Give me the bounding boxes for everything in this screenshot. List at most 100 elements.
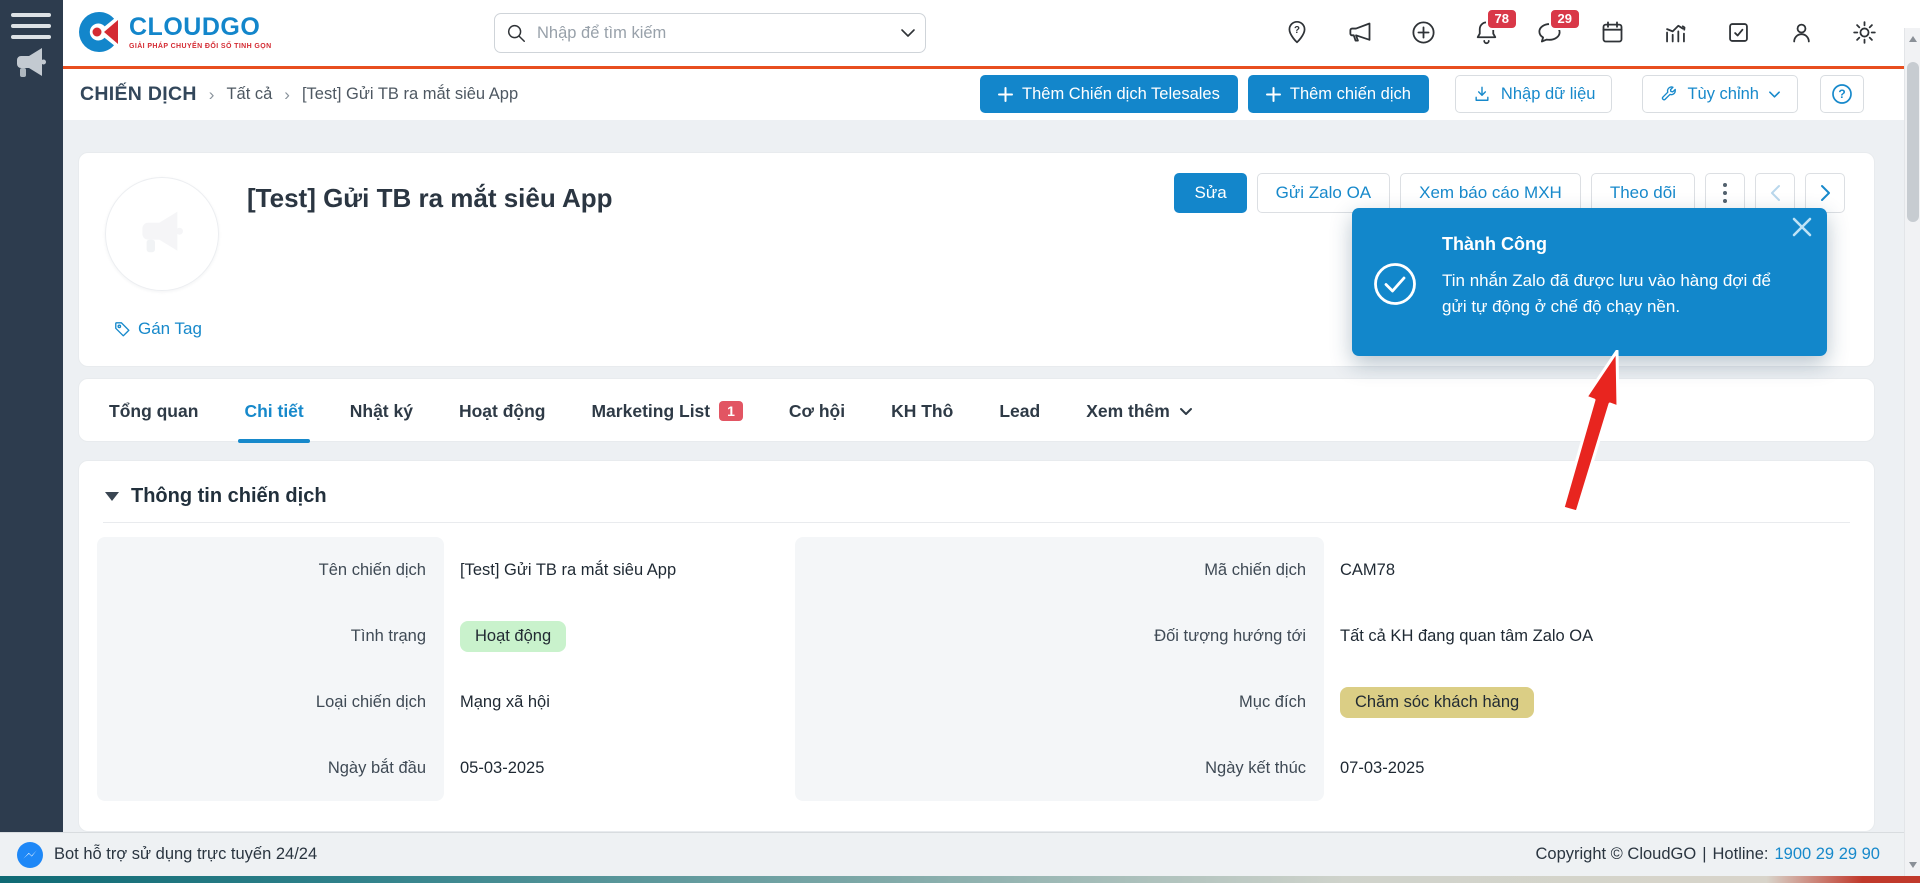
scrollbar-thumb[interactable] (1907, 62, 1919, 222)
edit-button[interactable]: Sửa (1174, 173, 1247, 213)
wrench-icon (1662, 85, 1677, 100)
search-scope-chevron-icon[interactable] (900, 28, 916, 38)
campaign-module-megaphone-icon[interactable] (10, 44, 52, 84)
field-label: Mã chiến dịch (795, 537, 1324, 603)
location-help-icon[interactable]: ? (1283, 12, 1311, 52)
add-telesales-campaign-button[interactable]: Thêm Chiến dịch Telesales (980, 75, 1238, 113)
campaign-details-card: Thông tin chiến dịch Tên chiến dịch [Tes… (78, 460, 1875, 832)
tab-co-hoi[interactable]: Cơ hội (789, 379, 845, 443)
previous-record-button[interactable] (1755, 173, 1795, 213)
toast-title: Thành Công (1442, 234, 1547, 254)
footer-divider: | (1702, 845, 1707, 863)
svg-text:?: ? (1838, 87, 1845, 101)
more-actions-kebab-icon[interactable] (1705, 173, 1745, 213)
footer-bar: Bot hỗ trợ sử dụng trực tuyến 24/24 Copy… (0, 832, 1904, 876)
campaign-action-buttons: Sửa Gửi Zalo OA Xem báo cáo MXH Theo dõi (1174, 173, 1845, 213)
tag-icon (115, 321, 130, 337)
search-icon (507, 24, 525, 42)
support-bot-launcher[interactable]: Bot hỗ trợ sử dụng trực tuyến 24/24 (16, 841, 317, 869)
messenger-icon (17, 841, 43, 868)
field-value: Mạng xã hội (460, 692, 550, 711)
marketing-list-count-badge: 1 (719, 401, 743, 421)
header-accent-line (63, 66, 1920, 69)
download-icon (1475, 86, 1489, 101)
success-toast: Thành Công Tin nhắn Zalo đã được lưu vào… (1352, 208, 1827, 356)
cloudgo-logo-mark (79, 11, 118, 52)
field-value: Hoạt động (444, 603, 795, 669)
tab-lead[interactable]: Lead (999, 379, 1040, 443)
toast-message: Tin nhắn Zalo đã được lưu vào hàng đợi đ… (1442, 271, 1771, 316)
record-tabs-card: Tổng quan Chi tiết Nhật ký Hoạt động Mar… (78, 378, 1875, 443)
breadcrumb-toolbar-row: CHIẾN DỊCH › Tất cả › [Test] Gửi TB ra m… (63, 69, 1920, 120)
add-circle-icon[interactable] (1409, 12, 1437, 52)
footer-copyright: Copyright © CloudGO | Hotline: 1900 29 2… (1535, 845, 1880, 864)
breadcrumb-item-current: [Test] Gửi TB ra mắt siêu App (301, 85, 519, 103)
hotline-label: Hotline: (1712, 845, 1769, 863)
topbar-icon-row: ? 78 29 (1283, 8, 1878, 52)
hotline-number[interactable]: 1900 29 29 90 (1774, 845, 1880, 864)
assign-tag-link[interactable]: Gán Tag (113, 319, 202, 339)
chevron-right-icon (1820, 185, 1830, 201)
toast-close-icon[interactable] (1789, 214, 1815, 240)
notification-bell-icon[interactable]: 78 (1472, 8, 1518, 52)
scroll-up-arrow-icon[interactable] (1909, 36, 1917, 42)
chevron-down-icon (1179, 407, 1192, 415)
tab-hoat-dong[interactable]: Hoạt động (459, 379, 546, 443)
tab-marketing-list[interactable]: Marketing List 1 (591, 379, 743, 443)
user-icon[interactable] (1787, 12, 1815, 52)
campaign-title: [Test] Gửi TB ra mắt siêu App (247, 183, 613, 213)
status-badge: Hoạt động (460, 620, 567, 652)
chevron-down-icon (1769, 90, 1780, 98)
field-value: 05-03-2025 (460, 758, 545, 777)
scroll-down-arrow-icon[interactable] (1909, 862, 1917, 868)
import-data-button[interactable]: Nhập dữ liệu (1454, 75, 1613, 113)
help-button[interactable]: ? (1820, 75, 1864, 113)
hamburger-menu-icon[interactable] (11, 13, 51, 43)
add-campaign-button[interactable]: Thêm chiến dịch (1247, 75, 1429, 113)
plus-icon (998, 86, 1014, 102)
field-value: CAM78 (1340, 560, 1396, 579)
calendar-icon[interactable] (1598, 12, 1626, 52)
analytics-icon[interactable] (1661, 12, 1689, 52)
next-record-button[interactable] (1805, 173, 1845, 213)
check-circle-icon (1372, 261, 1418, 312)
tab-nhat-ky[interactable]: Nhật ký (350, 379, 413, 443)
tasks-icon[interactable] (1724, 12, 1752, 52)
social-report-button[interactable]: Xem báo cáo MXH (1400, 173, 1581, 213)
send-zalo-oa-button[interactable]: Gửi Zalo OA (1256, 173, 1391, 213)
field-value: [Test] Gửi TB ra mắt siêu App (460, 560, 677, 579)
field-label: Loại chiến dịch (97, 669, 444, 735)
left-sidebar (0, 0, 63, 832)
breadcrumb-separator: › (284, 84, 290, 104)
settings-gear-icon[interactable] (1850, 12, 1878, 52)
plus-icon (1265, 86, 1281, 102)
follow-button[interactable]: Theo dõi (1590, 173, 1695, 213)
cloudgo-logo[interactable]: CLOUDGO GIẢI PHÁP CHUYỂN ĐỔI SỐ TINH GỌN (77, 10, 272, 54)
svg-text:?: ? (1294, 25, 1300, 36)
kebab-dots-icon (1723, 183, 1727, 203)
campaign-fields-grid: Tên chiến dịch [Test] Gửi TB ra mắt siêu… (79, 537, 1874, 801)
breadcrumb-item-all[interactable]: Tất cả (226, 85, 272, 104)
collapse-triangle-icon (105, 492, 119, 501)
section-header-campaign-info[interactable]: Thông tin chiến dịch (79, 461, 1874, 508)
tab-xem-them[interactable]: Xem thêm (1086, 379, 1193, 443)
app-window: CLOUDGO GIẢI PHÁP CHUYỂN ĐỔI SỐ TINH GỌN… (0, 0, 1920, 883)
customize-button[interactable]: Tùy chỉnh (1642, 75, 1798, 113)
vertical-scrollbar (1904, 28, 1920, 876)
bottom-edge-strip (0, 876, 1920, 883)
field-label: Đối tượng hướng tới (795, 603, 1324, 669)
brand-name: CLOUDGO (129, 12, 261, 41)
breadcrumb: CHIẾN DỊCH › Tất cả › [Test] Gửi TB ra m… (80, 69, 518, 120)
field-value: Tất cả KH đang quan tâm Zalo OA (1340, 626, 1594, 645)
megaphone-icon[interactable] (1346, 12, 1374, 52)
purpose-badge: Chăm sóc khách hàng (1340, 686, 1535, 718)
tab-chi-tiet[interactable]: Chi tiết (238, 379, 311, 443)
field-label: Mục đích (795, 669, 1324, 735)
tab-kh-tho[interactable]: KH Thô (891, 379, 953, 443)
tab-tong-quan[interactable]: Tổng quan (109, 379, 198, 443)
chat-icon[interactable]: 29 (1535, 8, 1581, 52)
notification-count-badge: 78 (1485, 8, 1518, 31)
field-label: Ngày kết thúc (795, 735, 1324, 801)
search-input[interactable] (494, 13, 926, 53)
breadcrumb-module[interactable]: CHIẾN DỊCH (80, 83, 197, 106)
